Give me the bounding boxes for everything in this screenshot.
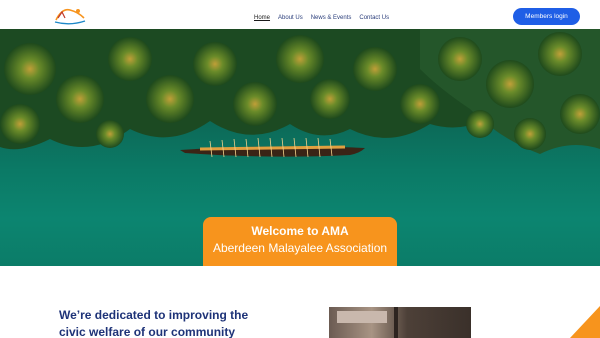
main-nav: Home About Us News & Events Contact Us	[254, 15, 389, 21]
community-photo	[329, 307, 471, 338]
nav-item-contact-us[interactable]: Contact Us	[359, 15, 389, 21]
mission-heading: We’re dedicated to improving the civic w…	[59, 307, 299, 338]
nav-item-home[interactable]: Home	[254, 15, 270, 21]
photo-door-frame	[394, 307, 398, 338]
members-login-button[interactable]: Members login	[513, 8, 580, 25]
nav-item-news-events[interactable]: News & Events	[311, 15, 352, 21]
mission-line-1: We’re dedicated to improving the	[59, 308, 249, 322]
nav-item-about-us[interactable]: About Us	[278, 15, 303, 21]
ama-logo[interactable]	[52, 4, 88, 26]
welcome-subtitle: Aberdeen Malayalee Association	[212, 241, 388, 255]
snake-boat	[180, 137, 365, 158]
welcome-title: Welcome to AMA	[251, 224, 349, 238]
welcome-banner: Welcome to AMA Aberdeen Malayalee Associ…	[203, 217, 397, 266]
corner-accent-shape	[560, 306, 600, 338]
photo-window-detail	[337, 311, 387, 323]
site-header: Home About Us News & Events Contact Us M…	[0, 0, 600, 30]
mission-line-2: civic welfare of our community	[59, 325, 236, 338]
